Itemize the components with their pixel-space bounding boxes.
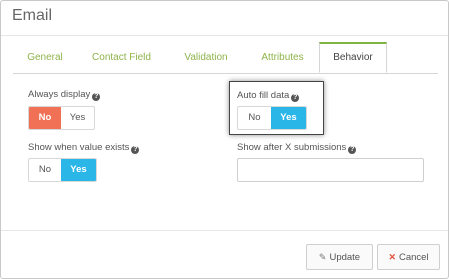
pencil-icon: ✎ <box>318 252 327 262</box>
close-icon: ✕ <box>388 252 396 262</box>
tab-bar: General Contact Field Validation Attribu… <box>13 42 438 74</box>
tab-attributes[interactable]: Attributes <box>246 42 319 73</box>
auto-fill-label: Auto fill data? <box>237 90 300 102</box>
always-display-toggle: No Yes <box>28 106 95 130</box>
auto-fill-no[interactable]: No <box>238 107 271 129</box>
tab-general[interactable]: General <box>13 42 77 73</box>
always-display-no[interactable]: No <box>29 107 61 129</box>
tab-contact-field[interactable]: Contact Field <box>77 42 166 73</box>
show-when-exists-label: Show when value exists? <box>28 142 140 154</box>
help-icon[interactable]: ? <box>348 146 357 154</box>
email-dialog: Email General Contact Field Validation A… <box>0 0 449 279</box>
show-after-x-label: Show after X submissions? <box>237 142 357 154</box>
tab-validation[interactable]: Validation <box>166 42 246 73</box>
cancel-button[interactable]: ✕ Cancel <box>377 244 440 270</box>
update-button[interactable]: ✎ Update <box>306 244 373 270</box>
tab-behavior[interactable]: Behavior <box>319 42 387 73</box>
show-when-exists-toggle: No Yes <box>28 158 97 182</box>
help-icon[interactable]: ? <box>92 93 101 101</box>
help-icon[interactable]: ? <box>291 94 300 102</box>
footer-divider <box>1 230 448 231</box>
auto-fill-yes[interactable]: Yes <box>271 107 306 129</box>
dialog-title: Email <box>12 7 53 24</box>
always-display-label: Always display? <box>28 89 101 101</box>
always-display-yes[interactable]: Yes <box>61 107 94 129</box>
show-after-x-input[interactable] <box>237 158 424 182</box>
help-icon[interactable]: ? <box>131 146 140 154</box>
show-when-exists-yes[interactable]: Yes <box>61 159 96 181</box>
auto-fill-toggle: No Yes <box>237 106 307 130</box>
show-when-exists-no[interactable]: No <box>29 159 61 181</box>
title-divider <box>1 35 448 36</box>
